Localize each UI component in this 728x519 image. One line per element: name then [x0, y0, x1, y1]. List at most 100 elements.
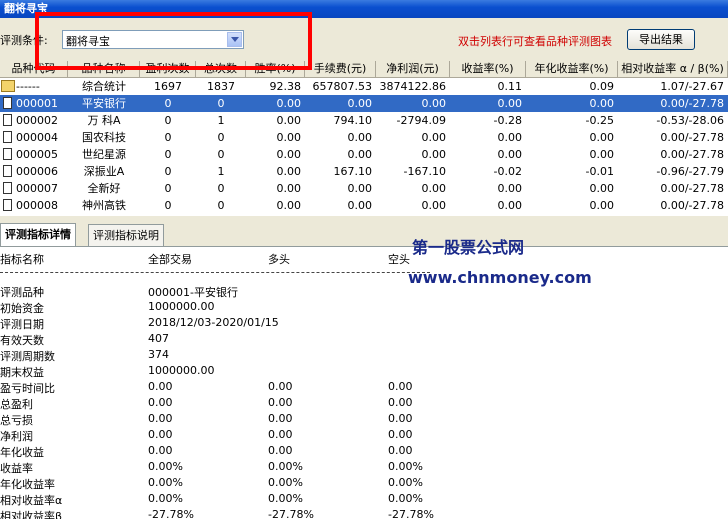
table-cell-rel: 0.00/-27.78 [660, 182, 724, 195]
table-cell-name: 综合统计 [82, 80, 126, 93]
detail-all: 000001-平安银行 [148, 286, 238, 299]
table-cell-total: 0 [217, 131, 225, 144]
table-row[interactable]: 000001 平安银行 0 0 0.00 0.00 0.00 0.00 0.00 0.00/-27… [0, 95, 728, 112]
detail-label: 相对收益率β [0, 510, 63, 519]
detail-label: 净利润 [0, 430, 33, 443]
detail-all: 374 [148, 348, 169, 361]
document-icon [3, 165, 12, 177]
watermark-url: www.chnmoney.com [408, 268, 592, 287]
tab-metric-details[interactable]: 评测指标详情 [0, 223, 76, 247]
detail-header-name: 指标名称 [0, 253, 44, 266]
table-cell-rel: 1.07/-27.67 [660, 80, 724, 93]
table-cell-fee: 0.00 [347, 131, 373, 144]
table-cell-win: 0 [164, 148, 172, 161]
toolbar: 评测条件: 翻将寻宝 双击列表行可查看品种评测图表 导出结果 [0, 26, 728, 52]
column-header[interactable]: 年化收益率(%) [526, 61, 618, 77]
divider [0, 272, 430, 274]
table-cell-ret: 0.00 [497, 148, 523, 161]
detail-short: 0.00 [388, 396, 413, 409]
detail-short: 0.00 [388, 428, 413, 441]
column-header[interactable]: 手续费(元) [305, 61, 376, 77]
detail-long: 0.00% [268, 476, 303, 489]
table-cell-total: 0 [217, 182, 225, 195]
table-cell-rate: 0.00 [276, 165, 302, 178]
table-row[interactable]: 000006 深振业A 0 1 0.00 167.10 -167.10 -0.02 -0.01 -… [0, 163, 728, 180]
table-row[interactable]: 000005 世纪星源 0 0 0.00 0.00 0.00 0.00 0.00 0.00/-27… [0, 146, 728, 163]
folder-icon [1, 80, 15, 92]
detail-label: 总盈利 [0, 398, 33, 411]
table-row[interactable]: 000007 全新好 0 0 0.00 0.00 0.00 0.00 0.00 0.00/-27.… [0, 180, 728, 197]
document-icon [3, 148, 12, 160]
detail-short: 0.00 [388, 412, 413, 425]
detail-long: 0.00 [268, 428, 293, 441]
table-cell-code: 000005 [16, 148, 58, 161]
table-cell-annual: -0.01 [585, 165, 614, 178]
detail-label: 收益率 [0, 462, 33, 475]
table-row[interactable]: 000008 神州高铁 0 0 0.00 0.00 0.00 0.00 0.00 0.00/-27… [0, 197, 728, 214]
column-header[interactable]: 收益率(%) [450, 61, 526, 77]
detail-label: 相对收益率α [0, 494, 63, 507]
table-cell-total: 0 [217, 148, 225, 161]
table-cell-win: 0 [164, 131, 172, 144]
detail-label: 年化收益率 [0, 478, 55, 491]
table-cell-name: 神州高铁 [82, 199, 126, 212]
table-cell-fee: 167.10 [333, 165, 373, 178]
table-cell-profit: 0.00 [421, 182, 447, 195]
table-cell-ret: 0.00 [497, 131, 523, 144]
table-cell-annual: 0.00 [589, 182, 615, 195]
table-row[interactable]: ------ 综合统计 1697 1837 92.38 657807.53 3874122.… [0, 78, 728, 95]
document-icon [3, 114, 12, 126]
tab-bar: 评测指标详情 评测指标说明 [0, 223, 728, 247]
detail-header-long: 多头 [268, 253, 290, 266]
column-header[interactable]: 品种代码 [0, 61, 68, 77]
column-header[interactable]: 总次数 [196, 61, 246, 77]
table-cell-ret: -0.28 [493, 114, 522, 127]
document-icon [3, 199, 12, 211]
tab-metric-description[interactable]: 评测指标说明 [88, 224, 164, 246]
detail-all: 0.00 [148, 412, 173, 425]
table-cell-rate: 0.00 [276, 148, 302, 161]
detail-all: 2018/12/03-2020/01/15 [148, 316, 279, 329]
column-header[interactable]: 品种名称 [68, 61, 140, 77]
table-cell-win: 0 [164, 97, 172, 110]
column-header[interactable]: 净利润(元) [376, 61, 450, 77]
document-icon [3, 97, 12, 109]
detail-label: 评测周期数 [0, 350, 55, 363]
detail-long: 0.00 [268, 380, 293, 393]
table-cell-ret: 0.00 [497, 182, 523, 195]
detail-long: 0.00% [268, 492, 303, 505]
column-header[interactable]: 胜率(%) [246, 61, 305, 77]
table-cell-rate: 0.00 [276, 114, 302, 127]
detail-label: 评测日期 [0, 318, 44, 331]
document-icon [3, 182, 12, 194]
table-cell-rel: 0.00/-27.78 [660, 97, 724, 110]
detail-all: 0.00% [148, 492, 183, 505]
detail-all: 1000000.00 [148, 364, 215, 377]
table-cell-name: 全新好 [87, 182, 121, 195]
table-cell-name: 国农科技 [82, 131, 126, 144]
detail-long: -27.78% [268, 508, 314, 519]
table-cell-rel: 0.00/-27.78 [660, 199, 724, 212]
table-row[interactable]: 000004 国农科技 0 0 0.00 0.00 0.00 0.00 0.00 0.00/-27… [0, 129, 728, 146]
table-cell-name: 平安银行 [82, 97, 126, 110]
table-cell-rate: 0.00 [276, 182, 302, 195]
column-header[interactable]: 相对收益率 α / β(%) [618, 61, 728, 77]
table-cell-code: 000006 [16, 165, 58, 178]
table-row[interactable]: 000002 万 科A 0 1 0.00 794.10 -2794.09 -0.28 -0.25… [0, 112, 728, 129]
detail-label: 初始资金 [0, 302, 44, 315]
table-cell-profit: 0.00 [421, 148, 447, 161]
chevron-down-icon[interactable] [227, 32, 242, 47]
condition-select[interactable]: 翻将寻宝 [62, 30, 244, 49]
detail-all: 0.00 [148, 396, 173, 409]
table-cell-total: 1 [217, 165, 225, 178]
table-cell-ret: 0.00 [497, 97, 523, 110]
export-button[interactable]: 导出结果 [627, 29, 695, 50]
column-header[interactable]: 盈利次数 [140, 61, 196, 77]
table-cell-win: 0 [164, 114, 172, 127]
table-cell-code: ------ [16, 80, 40, 93]
table-cell-profit: 3874122.86 [379, 80, 446, 93]
table-cell-rate: 0.00 [276, 97, 302, 110]
detail-label: 年化收益 [0, 446, 44, 459]
table-cell-annual: 0.00 [589, 97, 615, 110]
table-cell-win: 0 [164, 199, 172, 212]
